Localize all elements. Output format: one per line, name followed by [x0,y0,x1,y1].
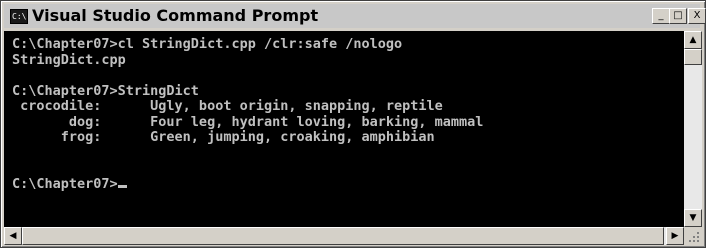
console-window: C:\ Visual Studio Command Prompt _ □ X C… [0,0,706,248]
console-app-icon-text: C:\ [12,12,27,21]
console-line: C:\Chapter07>StringDict [12,82,199,99]
scroll-down-arrow-icon[interactable]: ▼ [684,209,702,227]
vertical-scroll-thumb[interactable] [684,49,702,65]
console-line: dog: Four leg, hydrant loving, barking, … [12,113,484,130]
scroll-left-arrow-icon[interactable]: ◀ [4,227,22,245]
console-line: C:\Chapter07>cl StringDict.cpp /clr:safe… [12,36,403,52]
horizontal-scroll-thumb[interactable] [22,227,664,245]
console-text: C:\Chapter07>cl StringDict.cpp /clr:safe… [4,31,684,192]
window-title: Visual Studio Command Prompt [32,6,319,25]
console-prompt: C:\Chapter07> [12,175,118,192]
close-button[interactable]: X [688,8,706,24]
console-output-area[interactable]: C:\Chapter07>cl StringDict.cpp /clr:safe… [4,31,684,227]
scroll-right-arrow-icon[interactable]: ▶ [666,227,684,245]
scroll-up-arrow-icon[interactable]: ▲ [684,31,702,49]
vertical-scrollbar[interactable]: ▲ ▼ [684,31,702,227]
maximize-button[interactable]: □ [669,8,687,24]
console-line: crocodile: Ugly, boot origin, snapping, … [12,98,443,114]
horizontal-scrollbar[interactable]: ◀ ▶ [4,227,684,245]
text-cursor [117,184,127,188]
console-line: frog: Green, jumping, croaking, amphibia… [12,129,435,145]
minimize-button[interactable]: _ [652,8,670,24]
resize-grip-icon[interactable] [684,227,702,245]
console-app-icon[interactable]: C:\ [10,9,28,24]
console-line: StringDict.cpp [12,51,126,68]
title-bar[interactable]: C:\ Visual Studio Command Prompt _ □ X [4,4,706,28]
